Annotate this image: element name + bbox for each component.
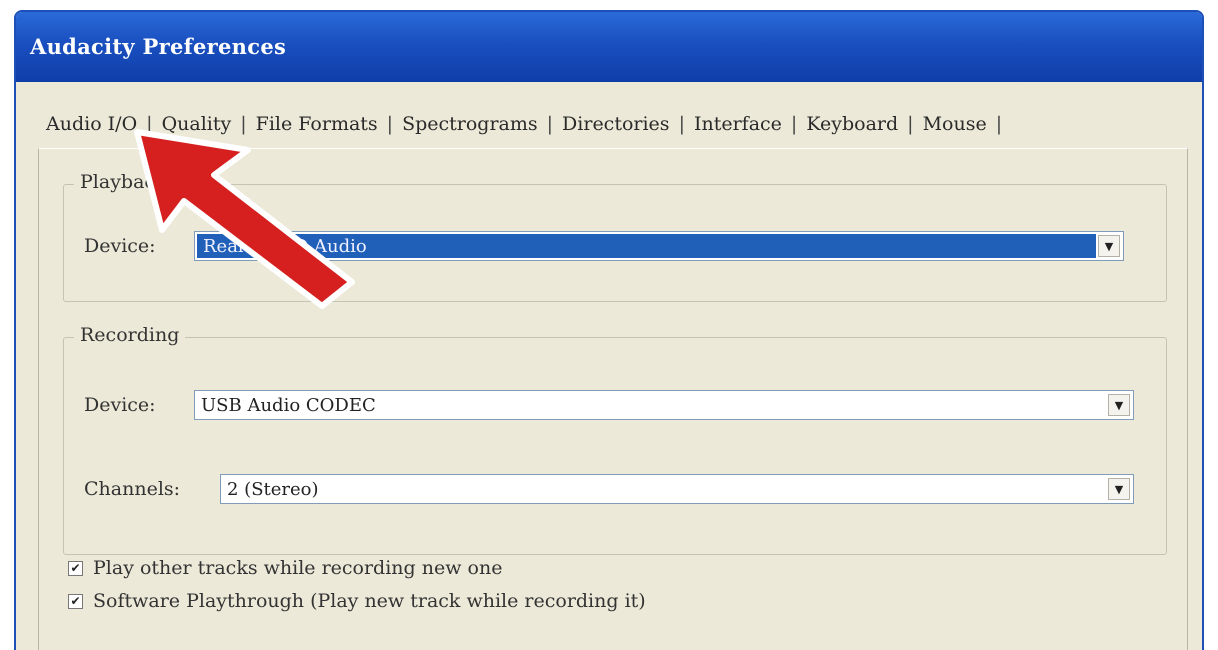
tab-separator: | — [995, 113, 1003, 135]
tab-bar: Audio I/O | Quality | File Formats | Spectr… — [38, 104, 1003, 144]
software-playthrough-label: Software Playthrough (Play new track whi… — [93, 590, 646, 612]
tab-separator: | — [146, 113, 153, 135]
recording-device-value: USB Audio CODEC — [201, 394, 376, 416]
software-playthrough-checkbox[interactable]: ✔ — [68, 593, 83, 609]
recording-device-label: Device: — [84, 394, 156, 416]
chevron-down-icon[interactable]: ▼ — [1098, 235, 1120, 257]
tab-keyboard[interactable]: Keyboard — [798, 113, 906, 135]
window-title: Audacity Preferences — [30, 34, 287, 59]
play-other-tracks-option[interactable]: ✔ Play other tracks while recording new … — [68, 557, 502, 579]
title-bar[interactable]: Audacity Preferences — [16, 12, 1202, 82]
play-other-tracks-label: Play other tracks while recording new on… — [93, 557, 503, 579]
recording-channels-value: 2 (Stereo) — [227, 478, 319, 500]
software-playthrough-option[interactable]: ✔ Software Playthrough (Play new track w… — [68, 590, 646, 612]
tab-separator: | — [678, 113, 685, 135]
tab-separator: | — [546, 113, 554, 135]
tab-directories[interactable]: Directories — [554, 113, 678, 135]
tab-file-formats[interactable]: File Formats — [248, 113, 386, 135]
recording-group-label: Recording — [74, 324, 186, 346]
playback-device-value: Realtek HD Audio — [197, 234, 1096, 258]
chevron-down-icon[interactable]: ▼ — [1108, 478, 1130, 500]
playback-group: Playback Device: Realtek HD Audio ▼ — [63, 171, 1167, 302]
tab-separator: | — [907, 113, 914, 135]
tab-separator: | — [240, 113, 247, 135]
recording-device-select[interactable]: USB Audio CODEC ▼ — [194, 390, 1134, 420]
tab-separator: | — [386, 113, 394, 135]
tab-quality[interactable]: Quality — [154, 113, 240, 135]
tab-interface[interactable]: Interface — [686, 113, 790, 135]
recording-channels-label: Channels: — [84, 478, 181, 500]
recording-channels-select[interactable]: 2 (Stereo) ▼ — [220, 474, 1134, 504]
play-other-tracks-checkbox[interactable]: ✔ — [68, 560, 83, 576]
playback-device-select[interactable]: Realtek HD Audio ▼ — [194, 231, 1124, 261]
chevron-down-icon[interactable]: ▼ — [1108, 394, 1130, 416]
playback-group-label: Playback — [74, 171, 173, 193]
recording-group: Recording Device: USB Audio CODEC ▼ Chan… — [63, 324, 1167, 555]
tab-audio-io[interactable]: Audio I/O — [38, 113, 145, 135]
tab-mouse[interactable]: Mouse — [915, 113, 995, 135]
tab-separator: | — [790, 113, 798, 135]
tab-spectrograms[interactable]: Spectrograms — [394, 113, 546, 135]
preferences-window: Audacity Preferences Audio I/O | Quality |… — [14, 10, 1204, 650]
playback-device-label: Device: — [84, 235, 156, 257]
